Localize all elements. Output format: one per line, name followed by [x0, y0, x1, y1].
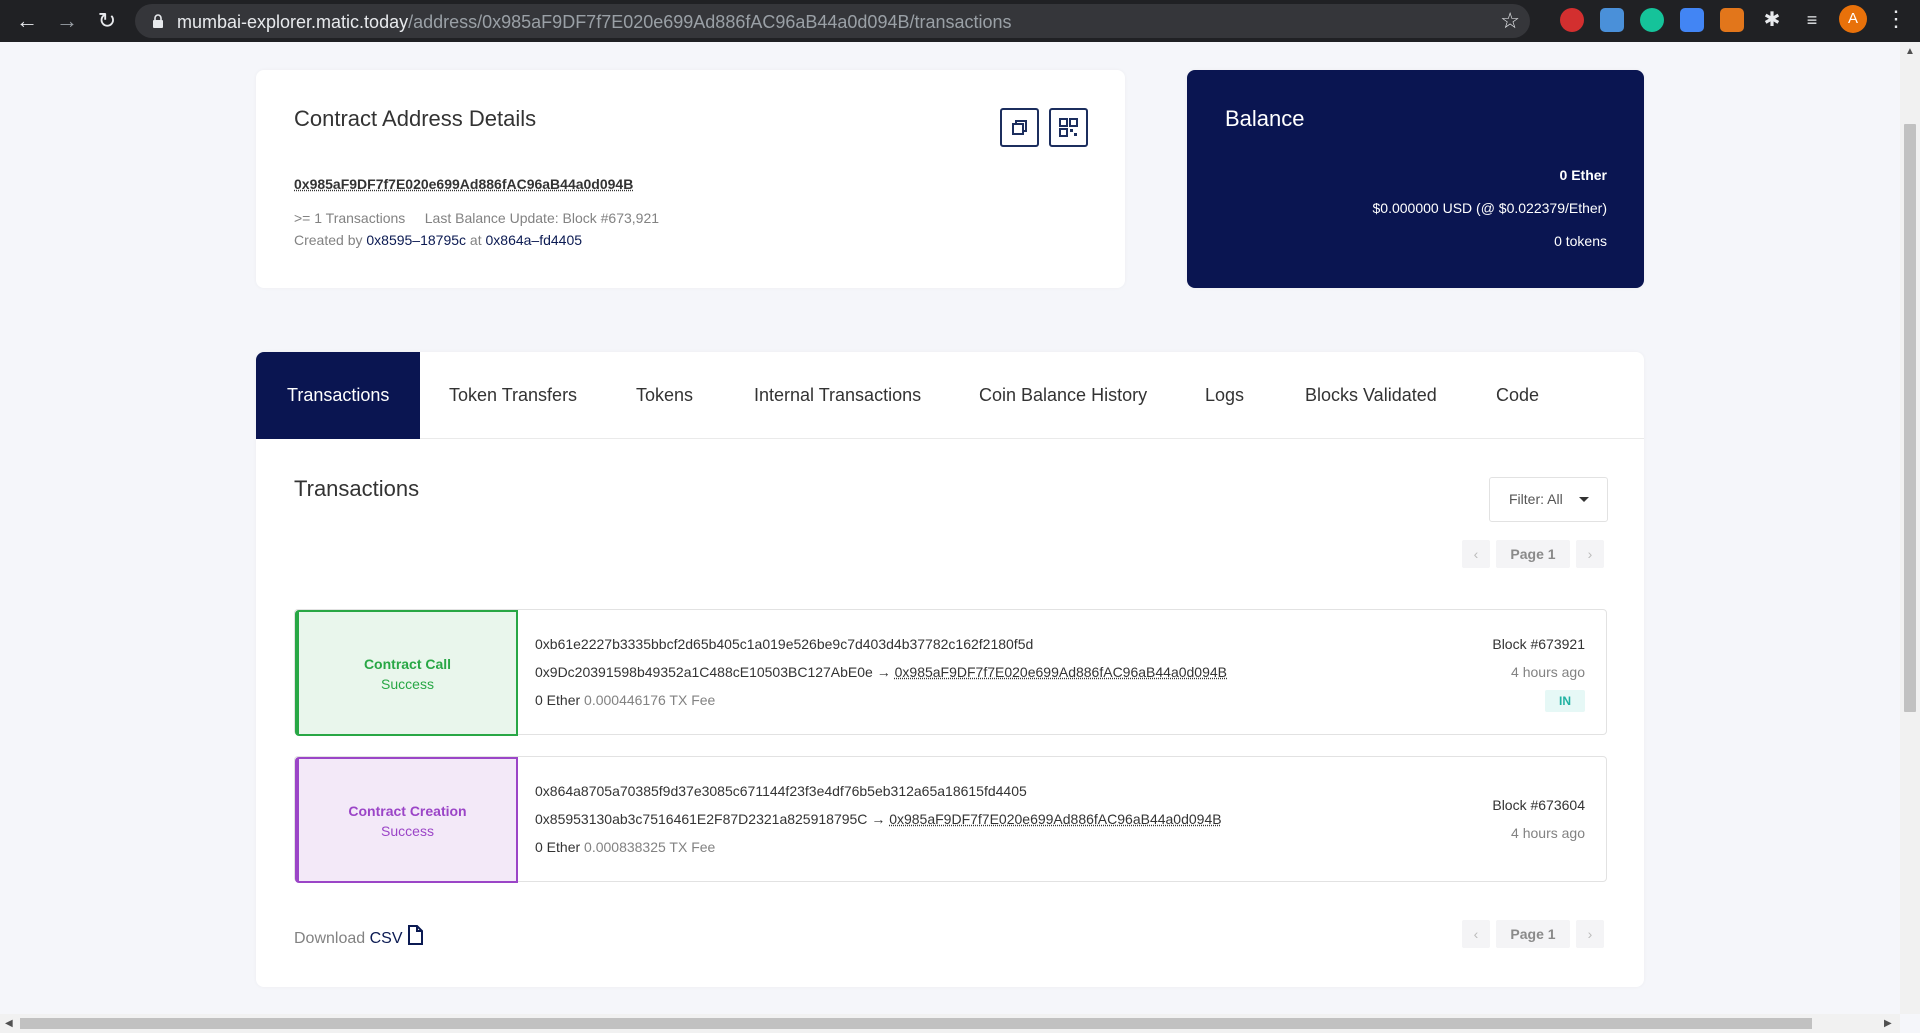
transaction-fee: 0.000446176 TX Fee [584, 692, 716, 708]
contract-details-card: Contract Address Details 0x985aF9DF7f7E0… [256, 70, 1125, 288]
from-address-link[interactable]: 0x85953130ab3c7516461E2F87D2321a82591879… [535, 811, 867, 827]
lock-icon [153, 14, 163, 28]
browser-toolbar: ← → ↻ mumbai-explorer.matic.today/addres… [0, 0, 1920, 42]
address-tabs-card: Transactions Token Transfers Tokens Inte… [256, 352, 1644, 987]
adblock-extension-icon[interactable] [1560, 8, 1584, 32]
transaction-status: Success [381, 823, 434, 839]
arrow-icon: → [876, 664, 891, 680]
direction-badge: IN [1545, 690, 1585, 712]
reload-icon[interactable]: ↻ [92, 6, 122, 36]
back-icon[interactable]: ← [12, 6, 42, 36]
download-csv-link[interactable]: Download CSV [294, 925, 423, 948]
last-balance-update: Last Balance Update: Block #673,921 [424, 210, 660, 226]
metamask-extension-icon[interactable] [1720, 8, 1744, 32]
tab-coin-balance-history[interactable]: Coin Balance History [979, 352, 1147, 439]
transaction-type: Contract Creation [348, 803, 467, 819]
pagination-bottom: ‹ Page 1 › [1462, 920, 1609, 948]
from-address-link[interactable]: 0x9Dc20391598b49352a1C488cE10503BC127AbE… [535, 664, 873, 680]
previous-page-button[interactable]: ‹ [1462, 540, 1490, 568]
section-title: Transactions [294, 476, 420, 501]
transaction-row: Contract Call Success 0xb61e2227b3335bbc… [294, 609, 1607, 736]
forward-icon[interactable]: → [52, 6, 82, 36]
horizontal-scroll-thumb[interactable] [20, 1018, 1812, 1029]
transaction-type-tile: Contract Call Success [295, 610, 518, 736]
current-page: Page 1 [1496, 920, 1570, 948]
qr-code-icon [1059, 118, 1078, 137]
profile-avatar[interactable]: A [1839, 5, 1867, 33]
browser-menu-icon[interactable]: ⋮ [1885, 6, 1907, 32]
tab-code[interactable]: Code [1496, 352, 1539, 439]
vertical-scroll-thumb[interactable] [1904, 124, 1916, 712]
tab-blocks-validated[interactable]: Blocks Validated [1305, 352, 1437, 439]
balance-usd: $0.000000 USD (@ $0.022379/Ether) [1372, 200, 1607, 216]
creator-address-link[interactable]: 0x8595–18795c [366, 232, 466, 248]
bookmark-star-icon[interactable]: ☆ [1500, 8, 1520, 34]
copy-icon [1012, 120, 1027, 135]
block-number-link[interactable]: Block #673604 [1492, 797, 1585, 813]
pagination-top: ‹ Page 1 › [1462, 540, 1609, 568]
transaction-hash-link[interactable]: 0xb61e2227b3335bbcf2d65b405c1a019e526be9… [535, 636, 1033, 652]
extension-icon[interactable] [1600, 8, 1624, 32]
tab-transactions[interactable]: Transactions [256, 352, 421, 439]
transaction-type-tile: Contract Creation Success [295, 757, 518, 883]
vertical-scrollbar[interactable]: ▲ [1900, 42, 1920, 1014]
creation-tx-link[interactable]: 0x864a–fd4405 [486, 232, 583, 248]
tab-internal-transactions[interactable]: Internal Transactions [754, 352, 921, 439]
transaction-addresses: 0x9Dc20391598b49352a1C488cE10503BC127AbE… [535, 664, 1227, 680]
to-address-link[interactable]: 0x985aF9DF7f7E020e699Ad886fAC96aB44a0d09… [889, 811, 1221, 827]
grammarly-extension-icon[interactable] [1640, 8, 1664, 32]
transaction-type: Contract Call [363, 656, 452, 672]
next-page-button[interactable]: › [1576, 540, 1604, 568]
url-text: mumbai-explorer.matic.today/address/0x98… [177, 12, 1012, 32]
tab-bar: Transactions Token Transfers Tokens Inte… [256, 352, 1644, 439]
file-icon [407, 925, 423, 945]
address-bar[interactable]: mumbai-explorer.matic.today/address/0x98… [135, 4, 1530, 38]
tab-logs[interactable]: Logs [1205, 352, 1244, 439]
address-meta: >= 1 Transactions Last Balance Update: B… [294, 210, 659, 226]
balance-title: Balance [1225, 106, 1305, 131]
transaction-fee: 0.000838325 TX Fee [584, 839, 716, 855]
translate-extension-icon[interactable] [1680, 8, 1704, 32]
transaction-addresses: 0x85953130ab3c7516461E2F87D2321a82591879… [535, 811, 1222, 827]
tab-tokens[interactable]: Tokens [636, 352, 693, 439]
transaction-value: 0 Ether 0.000838325 TX Fee [535, 839, 716, 855]
block-number-link[interactable]: Block #673921 [1492, 636, 1585, 652]
horizontal-scrollbar[interactable]: ◀ ▶ [0, 1014, 1900, 1033]
to-address-link[interactable]: 0x985aF9DF7f7E020e699Ad886fAC96aB44a0d09… [895, 664, 1227, 680]
scroll-right-icon[interactable]: ▶ [1884, 1018, 1892, 1029]
details-title: Contract Address Details [294, 106, 537, 131]
transaction-time: 4 hours ago [1511, 664, 1585, 680]
balance-ether: 0 Ether [1559, 167, 1607, 183]
transaction-count: >= 1 Transactions [294, 210, 406, 226]
contract-address[interactable]: 0x985aF9DF7f7E020e699Ad886fAC96aB44a0d09… [294, 176, 633, 192]
scroll-up-icon[interactable]: ▲ [1905, 46, 1915, 57]
transaction-row: Contract Creation Success 0x864a8705a703… [294, 756, 1607, 883]
arrow-icon: → [871, 811, 886, 827]
caret-down-icon [1579, 497, 1589, 502]
filter-dropdown[interactable]: Filter: All [1489, 477, 1608, 522]
tab-token-transfers[interactable]: Token Transfers [449, 352, 577, 439]
qr-code-button[interactable] [1049, 108, 1088, 147]
next-page-button[interactable]: › [1576, 920, 1604, 948]
media-control-icon[interactable]: ≡ [1800, 8, 1824, 32]
scroll-left-icon[interactable]: ◀ [5, 1018, 13, 1029]
transaction-hash-link[interactable]: 0x864a8705a70385f9d37e3085c671144f23f3e4… [535, 783, 1027, 799]
balance-card: Balance 0 Ether $0.000000 USD (@ $0.0223… [1187, 70, 1644, 288]
previous-page-button[interactable]: ‹ [1462, 920, 1490, 948]
created-by-line: Created by 0x8595–18795c at 0x864a–fd440… [294, 232, 583, 248]
extensions-puzzle-icon[interactable]: ✱ [1760, 8, 1784, 32]
transaction-status: Success [381, 676, 434, 692]
current-page: Page 1 [1496, 540, 1570, 568]
copy-address-button[interactable] [1000, 108, 1039, 147]
transaction-time: 4 hours ago [1511, 825, 1585, 841]
balance-tokens: 0 tokens [1554, 233, 1607, 249]
transaction-value: 0 Ether 0.000446176 TX Fee [535, 692, 716, 708]
